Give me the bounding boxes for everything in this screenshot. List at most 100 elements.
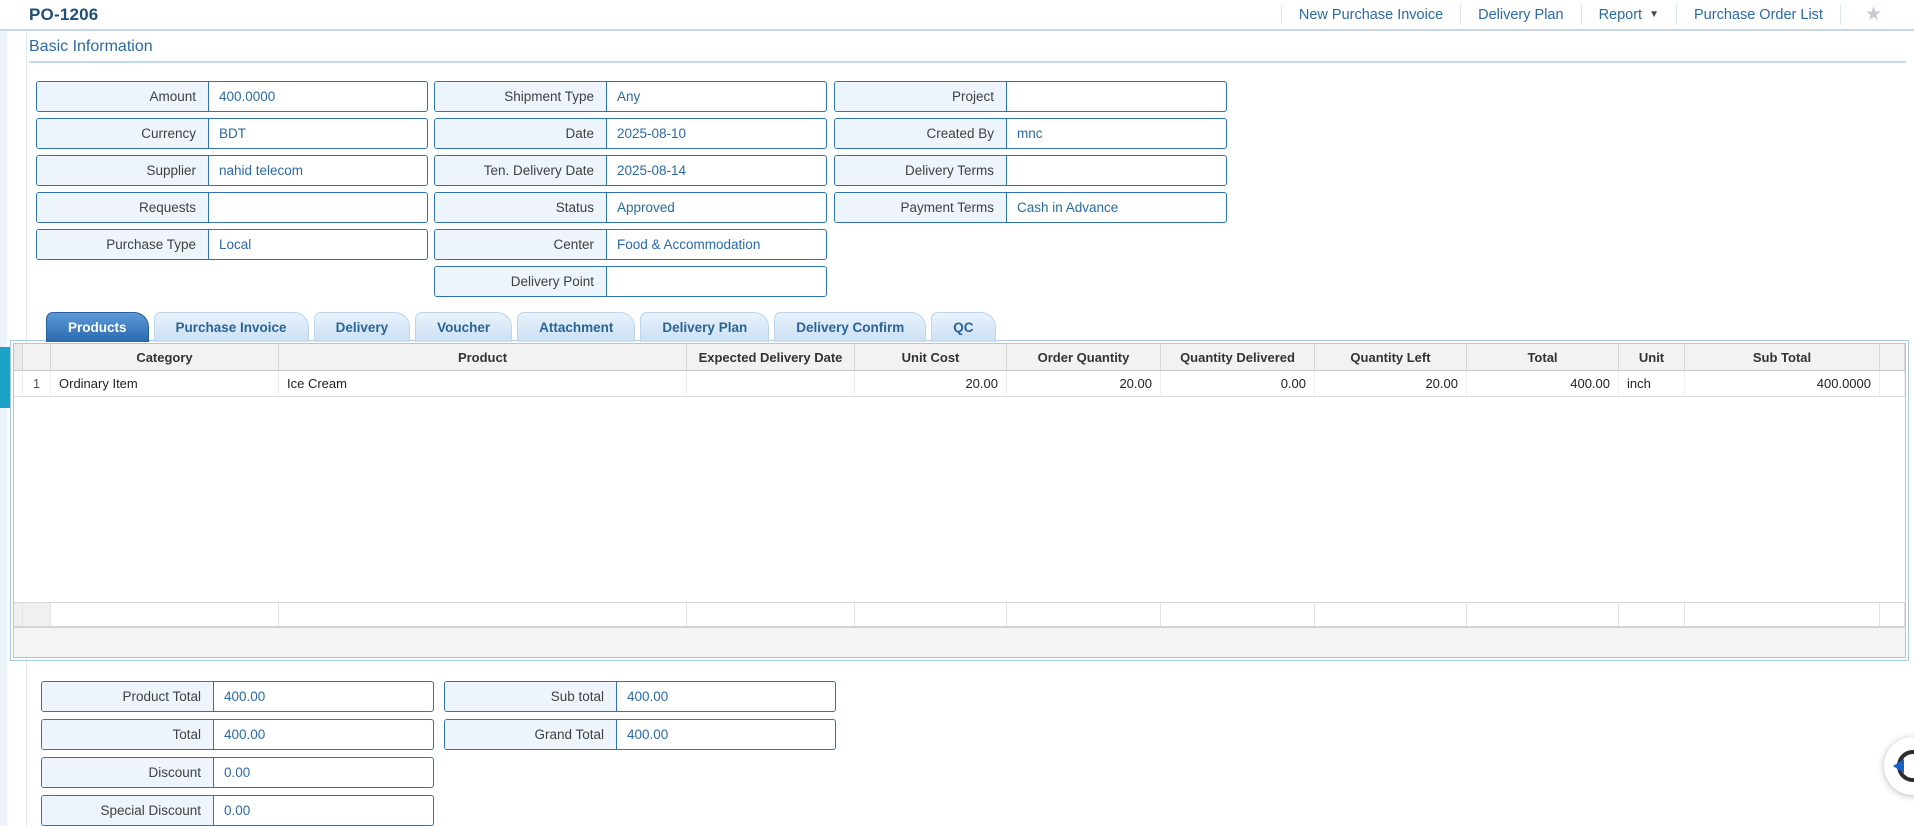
tentative-delivery-date-value[interactable]: 2025-08-14 — [607, 156, 826, 185]
delivery-point-field: Delivery Point — [434, 266, 827, 297]
report-dropdown[interactable]: Report ▼ — [1580, 4, 1676, 25]
status-value[interactable]: Approved — [607, 193, 826, 222]
row-handle-cell — [14, 371, 23, 396]
delivery-point-value[interactable] — [607, 267, 826, 296]
cell-sub-total[interactable]: 400.0000 — [1685, 371, 1880, 396]
currency-value[interactable]: BDT — [209, 119, 427, 148]
tab-products[interactable]: Products — [46, 312, 149, 342]
purchase-type-value[interactable]: Local — [209, 230, 427, 259]
tab-qc[interactable]: QC — [931, 312, 996, 342]
payment-terms-value[interactable]: Cash in Advance — [1007, 193, 1226, 222]
product-total-label: Product Total — [42, 682, 214, 711]
new-cell-product[interactable] — [279, 603, 687, 626]
left-edge-strip — [0, 0, 7, 826]
col-product[interactable]: Product — [279, 344, 687, 371]
tab-purchase-invoice[interactable]: Purchase Invoice — [153, 312, 309, 342]
products-grid-panel: Category Product Expected Delivery Date … — [10, 340, 1909, 661]
col-order-quantity[interactable]: Order Quantity — [1007, 344, 1161, 371]
col-total[interactable]: Total — [1467, 344, 1619, 371]
col-unit[interactable]: Unit — [1619, 344, 1685, 371]
tab-delivery-plan[interactable]: Delivery Plan — [640, 312, 770, 342]
payment-terms-field: Payment Terms Cash in Advance — [834, 192, 1227, 223]
tab-attachment[interactable]: Attachment — [517, 312, 636, 342]
cell-category[interactable]: Ordinary Item — [51, 371, 279, 396]
created-by-value[interactable]: mnc — [1007, 119, 1226, 148]
star-icon[interactable]: ★ — [1865, 5, 1882, 24]
tentative-delivery-date-label: Ten. Delivery Date — [435, 156, 607, 185]
tab-delivery-confirm[interactable]: Delivery Confirm — [774, 312, 927, 342]
discount-label: Discount — [42, 758, 214, 787]
row-number: 1 — [23, 371, 51, 396]
new-row-number-cell — [23, 603, 51, 626]
col-sub-total[interactable]: Sub Total — [1685, 344, 1880, 371]
special-discount-label: Special Discount — [42, 796, 214, 825]
project-label: Project — [835, 82, 1007, 111]
new-cell-unit[interactable] — [1619, 603, 1685, 626]
shipment-type-field: Shipment Type Any — [434, 81, 827, 112]
col-category[interactable]: Category — [51, 344, 279, 371]
collapse-previous-button[interactable] — [1884, 737, 1914, 795]
form-column-2: Shipment Type Any Date 2025-08-10 Ten. D… — [434, 81, 827, 297]
table-footer-bar — [14, 627, 1905, 657]
new-cell-sub-total[interactable] — [1685, 603, 1880, 626]
cell-quantity-left[interactable]: 20.00 — [1315, 371, 1467, 396]
sub-total-label: Sub total — [445, 682, 617, 711]
supplier-value[interactable]: nahid telecom — [209, 156, 427, 185]
shipment-type-value[interactable]: Any — [607, 82, 826, 111]
new-cell-quantity-delivered[interactable] — [1161, 603, 1315, 626]
center-value[interactable]: Food & Accommodation — [607, 230, 826, 259]
amount-value[interactable]: 400.0000 — [209, 82, 427, 111]
new-cell-quantity-left[interactable] — [1315, 603, 1467, 626]
chevron-down-icon: ▼ — [1649, 9, 1659, 20]
cell-quantity-delivered[interactable]: 0.00 — [1161, 371, 1315, 396]
center-label: Center — [435, 230, 607, 259]
col-quantity-left[interactable]: Quantity Left — [1315, 344, 1467, 371]
top-bar: PO-1206 New Purchase Invoice Delivery Pl… — [0, 0, 1914, 31]
tab-voucher[interactable]: Voucher — [415, 312, 513, 342]
table-new-row[interactable] — [14, 602, 1905, 627]
active-section-indicator-bar — [0, 347, 10, 408]
date-label: Date — [435, 119, 607, 148]
cell-total[interactable]: 400.00 — [1467, 371, 1619, 396]
grand-total-value: 400.00 — [627, 727, 669, 742]
date-value[interactable]: 2025-08-10 — [607, 119, 826, 148]
project-value[interactable] — [1007, 82, 1226, 111]
product-total-field: Product Total 400.00 — [41, 681, 434, 712]
table-row[interactable]: 1 Ordinary Item Ice Cream 20.00 20.00 0.… — [14, 371, 1905, 397]
col-expected-delivery-date[interactable]: Expected Delivery Date — [687, 344, 855, 371]
cell-unit[interactable]: inch — [1619, 371, 1685, 396]
col-unit-cost[interactable]: Unit Cost — [855, 344, 1007, 371]
new-cell-unit-cost[interactable] — [855, 603, 1007, 626]
purchase-type-field: Purchase Type Local — [36, 229, 428, 260]
center-field: Center Food & Accommodation — [434, 229, 827, 260]
requests-value[interactable] — [209, 193, 427, 222]
col-quantity-delivered[interactable]: Quantity Delivered — [1161, 344, 1315, 371]
new-cell-category[interactable] — [51, 603, 279, 626]
new-cell-order-quantity[interactable] — [1007, 603, 1161, 626]
circle-left-arrow-icon — [1893, 750, 1914, 782]
cell-expected-delivery-date[interactable] — [687, 371, 855, 396]
new-cell-expected-delivery-date[interactable] — [687, 603, 855, 626]
new-cell-total[interactable] — [1467, 603, 1619, 626]
currency-label: Currency — [37, 119, 209, 148]
cell-order-quantity[interactable]: 20.00 — [1007, 371, 1161, 396]
sub-total-value: 400.00 — [627, 689, 669, 704]
page-title: PO-1206 — [29, 5, 99, 24]
top-action-links: New Purchase Invoice Delivery Plan Repor… — [1280, 0, 1904, 29]
cell-product[interactable]: Ice Cream — [279, 371, 687, 396]
discount-value[interactable]: 0.00 — [214, 758, 433, 787]
delivery-plan-link[interactable]: Delivery Plan — [1460, 4, 1580, 25]
cell-unit-cost[interactable]: 20.00 — [855, 371, 1007, 396]
basic-information-heading: Basic Information — [29, 38, 1906, 63]
tab-delivery[interactable]: Delivery — [313, 312, 411, 342]
new-purchase-invoice-link[interactable]: New Purchase Invoice — [1280, 4, 1460, 25]
delivery-terms-label: Delivery Terms — [835, 156, 1007, 185]
table-empty-area — [14, 397, 1905, 602]
discount-field: Discount 0.00 — [41, 757, 434, 788]
delivery-terms-value[interactable] — [1007, 156, 1226, 185]
special-discount-value[interactable]: 0.00 — [214, 796, 433, 825]
requests-field: Requests — [36, 192, 428, 223]
purchase-order-list-link[interactable]: Purchase Order List — [1676, 4, 1840, 25]
favorite-slot: ★ — [1839, 4, 1904, 25]
total-label: Total — [42, 720, 214, 749]
